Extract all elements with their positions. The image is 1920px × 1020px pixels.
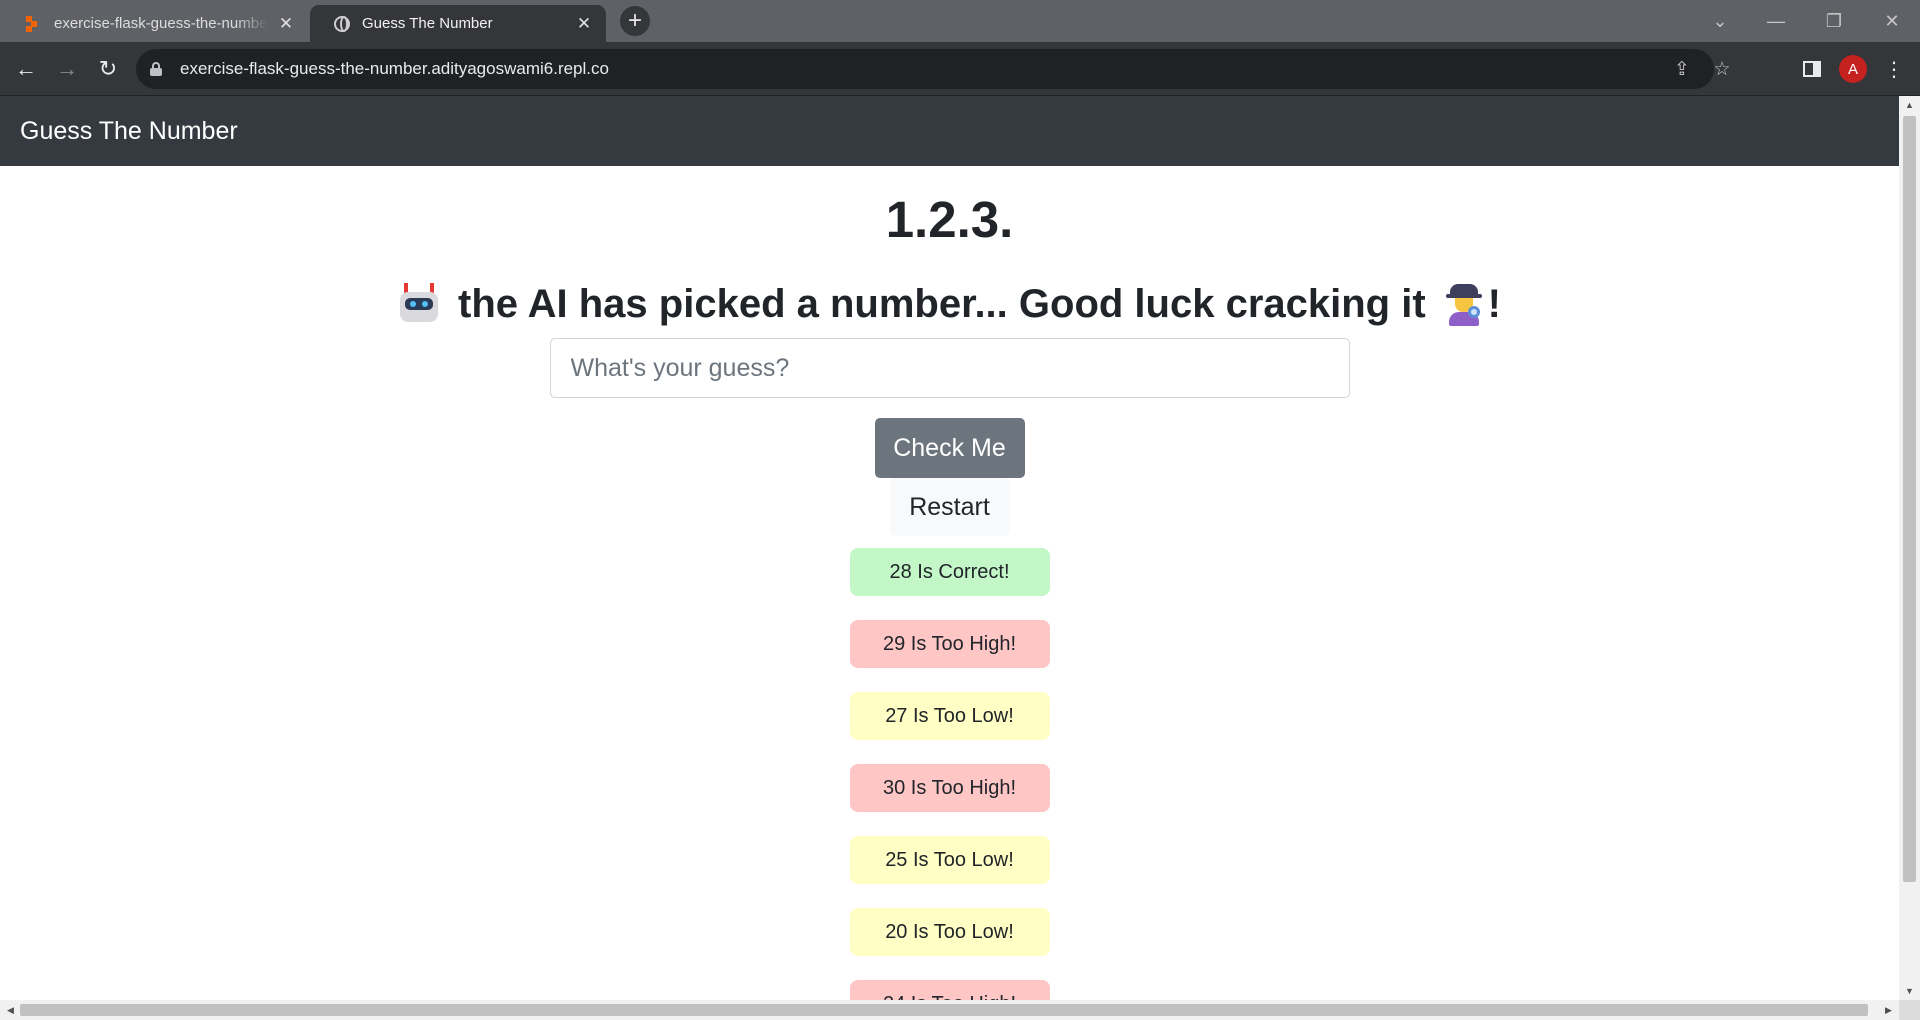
robot-icon (398, 283, 440, 325)
window-close-icon[interactable]: ✕ (1872, 6, 1912, 36)
close-icon[interactable]: ✕ (574, 14, 594, 34)
replit-icon (26, 15, 42, 32)
result-item: 27 Is Too Low! (849, 692, 1050, 740)
scroll-up-icon[interactable]: ▲ (1899, 96, 1920, 114)
tab-guess-the-number[interactable]: Guess The Number ✕ (310, 5, 606, 42)
result-item: 25 Is Too Low! (849, 836, 1050, 884)
minimize-icon[interactable]: — (1756, 6, 1796, 36)
profile-avatar[interactable]: A (1839, 55, 1867, 83)
address-bar[interactable]: exercise-flask-guess-the-number.adityago… (136, 49, 1731, 89)
url-text[interactable]: exercise-flask-guess-the-number.adityago… (180, 59, 609, 79)
guess-input[interactable] (549, 338, 1350, 398)
reload-icon[interactable]: ↻ (92, 53, 124, 85)
scroll-down-icon[interactable]: ▼ (1899, 982, 1920, 1000)
tab-title: Guess The Number (362, 15, 493, 32)
check-me-button[interactable]: Check Me (874, 418, 1025, 478)
tagline-heading: the AI has picked a number... Good luck … (0, 280, 1899, 328)
vertical-scroll-thumb[interactable] (1903, 116, 1916, 882)
tab-repl[interactable]: exercise-flask-guess-the-number ✕ (2, 5, 308, 42)
side-panel-icon[interactable] (1797, 54, 1827, 84)
close-icon[interactable]: ✕ (276, 14, 296, 34)
scroll-left-icon[interactable]: ◀ (0, 1001, 21, 1019)
globe-icon (334, 15, 350, 32)
horizontal-scroll-thumb[interactable] (20, 1004, 1868, 1016)
new-tab-button[interactable]: + (620, 6, 650, 36)
restart-button[interactable]: Restart (889, 478, 1010, 536)
restore-icon[interactable]: ❐ (1814, 6, 1854, 36)
tagline-suffix: ! (1487, 282, 1501, 326)
lock-icon[interactable] (150, 62, 162, 76)
back-arrow-icon[interactable]: ← (10, 53, 42, 85)
main-container: 1.2.3. the AI has picked a number... Goo… (0, 188, 1899, 1000)
forward-arrow-icon[interactable]: → (51, 53, 83, 85)
result-item: 29 Is Too High! (849, 620, 1050, 668)
version-heading: 1.2.3. (885, 191, 1014, 248)
results-list: 28 Is Correct! 29 Is Too High! 27 Is Too… (0, 548, 1899, 1000)
page-viewport: Guess The Number 1.2.3. the AI has picke… (0, 96, 1899, 1000)
browser-toolbar: ← → ↻ exercise-flask-guess-the-number.ad… (0, 42, 1920, 96)
navbar-brand[interactable]: Guess The Number (20, 117, 238, 146)
scroll-right-icon[interactable]: ▶ (1878, 1001, 1899, 1019)
detective-icon (1444, 282, 1484, 326)
result-item: 24 Is Too High! (849, 980, 1050, 1000)
share-icon[interactable]: ⇪ (1671, 58, 1693, 80)
tagline-text: the AI has picked a number... Good luck … (458, 282, 1426, 326)
vertical-scrollbar[interactable]: ▲ ▼ (1899, 96, 1920, 1000)
tab-search-icon[interactable]: ⌄ (1700, 6, 1740, 36)
browser-tab-strip: exercise-flask-guess-the-number ✕ Guess … (0, 0, 1920, 42)
tab-title: exercise-flask-guess-the-number (54, 15, 268, 32)
result-item: 30 Is Too High! (849, 764, 1050, 812)
kebab-menu-icon[interactable]: ⋮ (1879, 54, 1909, 84)
bookmark-star-icon[interactable]: ☆ (1711, 58, 1733, 80)
result-item: 20 Is Too Low! (849, 908, 1050, 956)
horizontal-scrollbar[interactable]: ◀ ▶ (0, 1000, 1899, 1020)
scroll-corner (1899, 1000, 1920, 1020)
navbar: Guess The Number (0, 96, 1899, 166)
result-item: 28 Is Correct! (849, 548, 1050, 596)
